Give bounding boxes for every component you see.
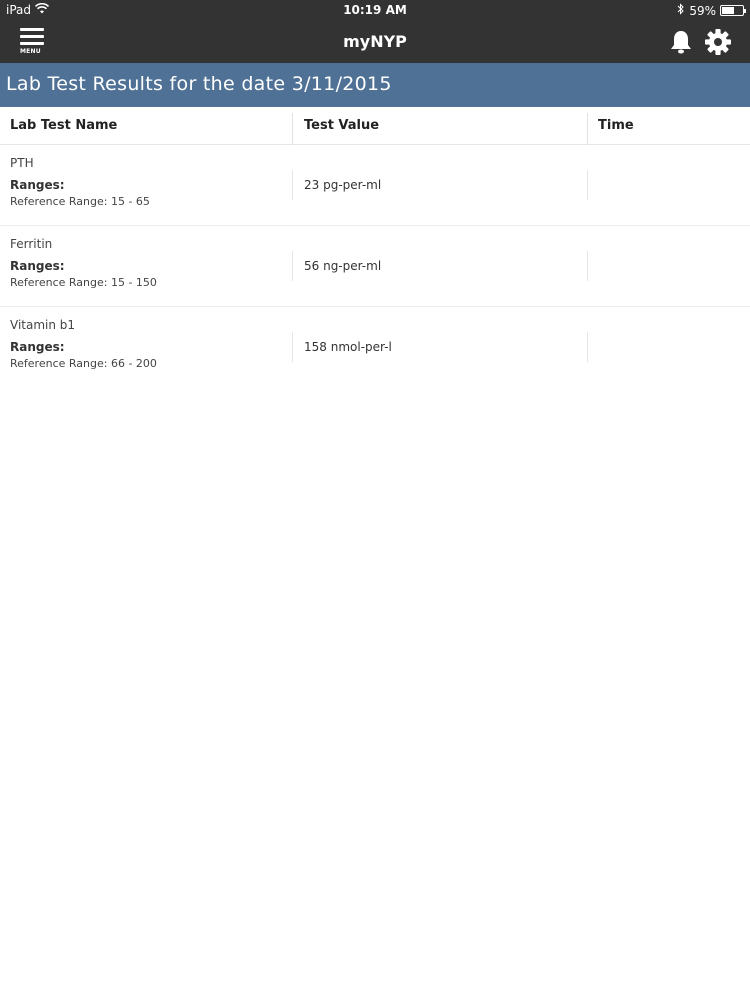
nav-bar: MENU myNYP (0, 22, 750, 63)
status-bar: iPad 10:19 AM 59% (0, 0, 750, 22)
test-value: 23 pg-per-ml (304, 178, 382, 192)
settings-button[interactable] (704, 28, 732, 56)
reference-range: Reference Range: 15 - 65 (10, 195, 150, 208)
status-time: 10:19 AM (343, 3, 407, 17)
ranges-label: Ranges: (10, 340, 65, 354)
test-name: Vitamin b1 (10, 318, 76, 332)
column-header-time: Time (598, 118, 634, 133)
battery-fill (722, 7, 734, 14)
column-divider (587, 251, 588, 281)
app-title: myNYP (343, 32, 407, 51)
bluetooth-icon (677, 3, 685, 18)
column-divider (587, 170, 588, 200)
notifications-button[interactable] (669, 29, 693, 55)
column-header-value: Test Value (304, 118, 380, 133)
column-divider (292, 113, 293, 145)
ranges-label: Ranges: (10, 178, 65, 192)
column-divider (587, 332, 588, 362)
table-row[interactable]: Vitamin b1 Ranges: Reference Range: 66 -… (0, 307, 750, 388)
top-bar: iPad 10:19 AM 59% MENU myNYP (0, 0, 750, 63)
reference-range: Reference Range: 15 - 150 (10, 276, 157, 289)
test-name: Ferritin (10, 237, 53, 251)
table-row[interactable]: PTH Ranges: Reference Range: 15 - 65 23 … (0, 145, 750, 226)
column-divider (292, 170, 293, 200)
lab-test-cell: Vitamin b1 Ranges: Reference Range: 66 -… (10, 318, 157, 370)
column-divider (292, 251, 293, 281)
lab-test-cell: PTH Ranges: Reference Range: 15 - 65 (10, 156, 150, 208)
status-right: 59% (677, 3, 746, 18)
lab-test-cell: Ferritin Ranges: Reference Range: 15 - 1… (10, 237, 157, 289)
column-divider (292, 332, 293, 362)
ranges-label: Ranges: (10, 259, 65, 273)
battery-percent: 59% (689, 3, 716, 18)
column-divider (587, 113, 588, 145)
table-row[interactable]: Ferritin Ranges: Reference Range: 15 - 1… (0, 226, 750, 307)
battery-icon (720, 5, 746, 16)
gear-icon (705, 29, 731, 55)
lab-results-table: Lab Test Name Test Value Time PTH Ranges… (0, 107, 750, 388)
page-title: Lab Test Results for the date 3/11/2015 (6, 73, 392, 95)
test-value: 158 nmol-per-l (304, 340, 392, 354)
reference-range: Reference Range: 66 - 200 (10, 357, 157, 370)
table-header: Lab Test Name Test Value Time (0, 107, 750, 145)
test-name: PTH (10, 156, 34, 170)
page-header: Lab Test Results for the date 3/11/2015 (0, 63, 750, 107)
column-header-name: Lab Test Name (10, 118, 118, 133)
bell-icon (671, 31, 691, 54)
test-value: 56 ng-per-ml (304, 259, 382, 273)
